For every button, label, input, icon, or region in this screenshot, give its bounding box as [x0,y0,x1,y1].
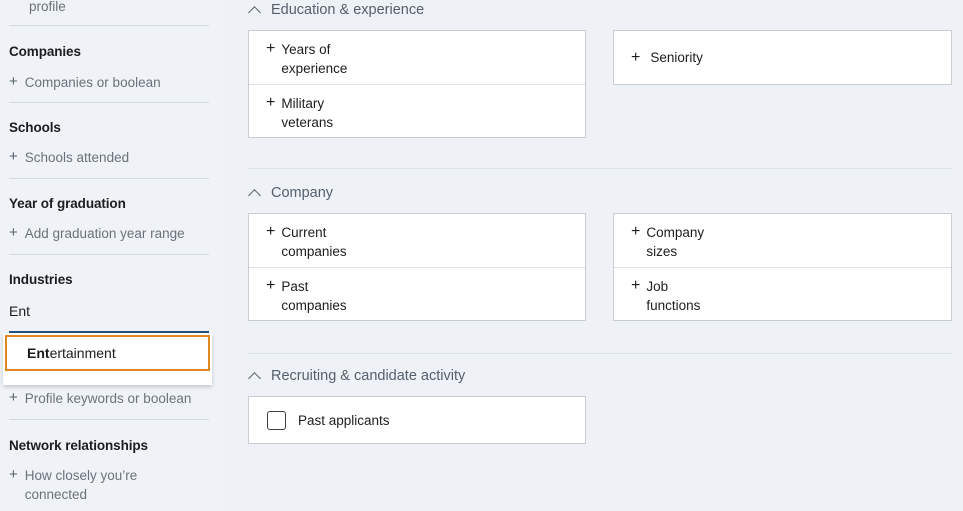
filter-row-label: Company sizes [646,225,705,259]
card-company-right: + Company sizes + Job functions [613,213,952,321]
sidebar-partial-item-label: profile [29,0,66,14]
plus-icon: + [266,223,276,240]
section-header-recruiting-candidate-activity[interactable]: Recruiting & candidate activity [249,368,465,384]
industries-typeahead-dropdown: Ent ertainment [3,333,212,385]
sidebar-add-graduation-year[interactable]: + Add graduation year range [9,224,209,243]
sidebar-add-companies-label: Companies or boolean [24,75,161,90]
chevron-up-icon [249,187,262,200]
sidebar-add-profile-keywords[interactable]: + Profile keywords or boolean [9,389,209,408]
filter-row-label: Job functions [646,279,701,313]
section-divider [248,168,952,169]
sidebar-heading-industries: Industries [9,272,73,287]
card-recruiting-activity: Past applicants [248,396,586,444]
filter-row-label: Seniority [650,50,703,65]
filter-row-years-of-experience[interactable]: + Years of experience [249,31,585,84]
section-title-recruiting-candidate-activity: Recruiting & candidate activity [271,368,466,384]
sidebar-divider [9,178,209,179]
plus-icon: + [9,389,18,406]
filter-panel: profile Companies + Companies or boolean… [0,0,963,511]
plus-icon: + [9,224,18,241]
filter-row-military-veterans[interactable]: + Military veterans [249,84,585,137]
checkbox-past-applicants[interactable] [267,410,286,430]
sidebar-heading-schools: Schools [9,120,61,135]
sidebar-add-companies[interactable]: + Companies or boolean [9,73,209,92]
card-company-left: + Current companies + Past companies [248,213,586,321]
section-title-company: Company [271,185,334,201]
section-header-education-experience[interactable]: Education & experience [249,2,424,18]
sidebar-add-network-relationships-label: How closely you’re connected [24,468,138,502]
sidebar-divider [9,254,209,255]
sidebar-heading-network-relationships: Network relationships [9,438,148,453]
section-header-company[interactable]: Company [249,185,333,201]
plus-icon: + [266,277,276,294]
sidebar-add-network-relationships[interactable]: + How closely you’re connected [9,466,199,504]
sidebar-heading-year-of-graduation: Year of graduation [9,196,126,211]
filter-row-label: Past applicants [298,412,390,428]
filter-row-past-applicants[interactable]: Past applicants [249,397,585,443]
filter-row-label: Military veterans [281,96,334,130]
card-education-experience-right: + Seniority [613,30,952,85]
section-divider [248,353,952,354]
sidebar-divider [9,102,209,103]
plus-icon: + [631,223,641,240]
chevron-up-icon [249,4,262,17]
filter-row-past-companies[interactable]: + Past companies [249,267,585,320]
card-education-experience-left: + Years of experience + Military veteran… [248,30,586,138]
typeahead-option-rest-text: ertainment [49,345,116,361]
filter-row-seniority[interactable]: + Seniority [614,31,951,84]
section-title-education-experience: Education & experience [271,2,425,18]
filters-sidebar: profile Companies + Companies or boolean… [0,0,225,511]
industries-input-wrapper [9,303,209,323]
plus-icon: + [9,148,18,165]
sidebar-heading-companies: Companies [9,44,81,59]
sidebar-add-schools-label: Schools attended [24,150,130,165]
plus-icon: + [631,49,641,66]
plus-icon: + [631,277,641,294]
sidebar-add-profile-keywords-label: Profile keywords or boolean [24,391,192,406]
filter-row-current-companies[interactable]: + Current companies [249,214,585,267]
plus-icon: + [266,40,276,57]
filter-row-label: Current companies [281,225,347,259]
filter-row-job-functions[interactable]: + Job functions [614,267,951,320]
filter-row-label: Years of experience [281,42,348,76]
typeahead-option-matched-text: Ent [27,345,50,361]
typeahead-option-entertainment[interactable]: Ent ertainment [5,335,210,371]
sidebar-add-schools[interactable]: + Schools attended [9,148,209,167]
sidebar-divider [9,25,209,26]
filter-row-company-sizes[interactable]: + Company sizes [614,214,951,267]
industries-search-input[interactable] [9,303,209,323]
filter-row-label: Past companies [281,279,347,313]
chevron-up-icon [249,370,262,383]
sidebar-divider [9,419,209,420]
plus-icon: + [9,73,18,90]
filter-sections-panel: Education & experience + Years of experi… [225,0,963,511]
sidebar-add-graduation-year-label: Add graduation year range [24,226,185,241]
plus-icon: + [9,466,18,483]
plus-icon: + [266,94,276,111]
